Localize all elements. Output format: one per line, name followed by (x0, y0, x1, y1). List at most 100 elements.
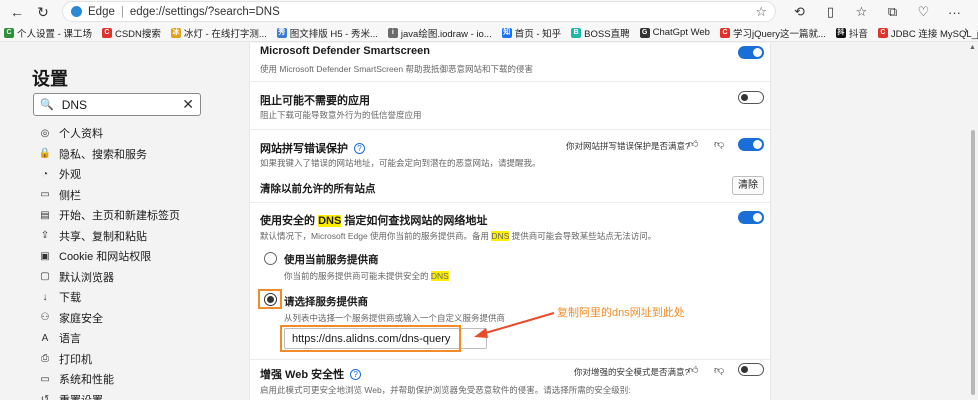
settings-search-input[interactable] (61, 97, 172, 112)
share-icon: ⇪ (40, 230, 50, 242)
sidebar-item[interactable]: ⎙ 打印机 (38, 349, 218, 370)
smartscreen-toggle[interactable] (738, 46, 764, 59)
bookmark-item[interactable]: G ChatGpt Web (639, 27, 710, 38)
sidebar-item-label: 共享、复制和粘贴 (59, 230, 147, 243)
typo-desc: 如果我键入了错误的网站地址，可能会定向到潜在的恶意网站，请提醒我。 (260, 158, 541, 168)
bookmark-favicon-icon: 冰 (170, 27, 181, 38)
profile-icon: ◎ (40, 127, 50, 139)
sidebar-item[interactable]: ▣ Cookie 和网站权限 (38, 246, 218, 267)
secure-dns-desc-pre: 默认情况下，Microsoft Edge 使用你当前的服务提供商。备用 (260, 231, 492, 241)
bookmark-label: 首页 - 知乎 (514, 28, 562, 40)
settings-sidebar: 设置 🔍 ✕ ◎ 个人资料 🔒 隐私、搜索和服务 ◔ 外观 ▭ 侧栏 ▤ 开始、主页和新建标签页 ⇪… (0, 43, 220, 400)
split-screen-icon[interactable]: ▯ (817, 4, 844, 20)
sidebar-item-label: 打印机 (59, 353, 92, 366)
thumbs-up-icon[interactable]: 👍︎ (688, 364, 698, 376)
scroll-up-icon[interactable]: ▲ (969, 44, 976, 51)
sidebar-item[interactable]: ▢ 默认浏览器 (38, 267, 218, 288)
secure-dns-desc-post: 提供商可能会导致某些站点无法访问。 (509, 231, 657, 241)
clear-sites-title: 清除以前允许的所有站点 (260, 183, 376, 195)
bookmark-item[interactable]: 冰冰灯 - 在线打字测... (170, 26, 267, 40)
secure-dns-title: 使用安全的 DNS 指定如何查找网站的网络地址 (260, 212, 487, 228)
bookmark-favicon-icon: G (639, 27, 650, 38)
typo-feedback-text: 你对网站拼写错误保护是否满意? (566, 141, 690, 151)
settings-search-box[interactable]: 🔍 ✕ (33, 93, 201, 116)
sidebar-item[interactable]: ▤ 开始、主页和新建标签页 (38, 205, 218, 226)
typo-title: 网站拼写错误保护? (260, 140, 365, 156)
thumbs-down-icon[interactable]: 👎︎ (714, 364, 724, 376)
reset-icon: ↺ (40, 394, 50, 400)
search-icon: 🔍 (40, 99, 54, 111)
annotation-text: 复制阿里的dns网址到此处 (557, 307, 685, 319)
extensions-icon[interactable]: ⟲ (786, 4, 813, 20)
sidebar-item[interactable]: ↺ 重置设置 (38, 390, 218, 400)
bookmark-item[interactable]: 抖抖音 (835, 26, 868, 40)
address-bar[interactable]: Edge | edge://settings/?search=DNS ☆ (62, 1, 776, 22)
web-security-toggle[interactable] (738, 363, 764, 376)
favorites-icon[interactable]: ☆ (848, 4, 875, 20)
bookmark-label: 学习jQuery这一篇就... (732, 28, 826, 40)
secure-dns-toggle[interactable] (738, 211, 764, 224)
sidebar-item-label: Cookie 和网站权限 (59, 251, 152, 264)
typo-toggle[interactable] (738, 138, 764, 151)
sidebar-item-label: 默认浏览器 (59, 271, 114, 284)
search-highlight: DNS (430, 271, 449, 281)
help-icon[interactable]: ? (350, 369, 362, 380)
clear-search-icon[interactable]: ✕ (182, 96, 194, 113)
bookmark-item[interactable]: C JDBC 连接 MySQL_j... (877, 26, 978, 40)
favorite-star-icon[interactable]: ☆ (755, 4, 767, 20)
bookmark-item[interactable]: C CSDN搜索 (101, 26, 161, 40)
sidebar-item[interactable]: ⚇ 家庭安全 (38, 308, 218, 329)
choose-provider-radio[interactable] (264, 293, 277, 306)
bookmark-item[interactable]: 知首页 - 知乎 (501, 26, 562, 40)
sidebar-item-label: 下载 (59, 292, 81, 305)
pua-title: 阻止可能不需要的应用 (260, 95, 370, 107)
divider (250, 129, 770, 130)
sidebar-item[interactable]: ▭ 侧栏 (38, 185, 218, 206)
back-icon[interactable]: ← (4, 1, 30, 23)
sidebar-item-label: 隐私、搜索和服务 (59, 148, 147, 161)
secure-dns-title-post: 指定如何查找网站的网络地址 (341, 215, 488, 227)
address-brand: Edge (88, 5, 115, 18)
bookmark-label: 个人设置 - 课工场 (17, 28, 92, 40)
sidebar-item[interactable]: ↓ 下载 (38, 287, 218, 308)
sidebar-item-label: 侧栏 (59, 189, 81, 202)
secure-dns-desc: 默认情况下，Microsoft Edge 使用你当前的服务提供商。备用 DNS … (260, 230, 656, 242)
bookmark-item[interactable]: B BOSS直聘 (571, 26, 630, 40)
sidebar-item[interactable]: ⇪ 共享、复制和粘贴 (38, 226, 218, 247)
web-security-desc: 启用此模式可更安全地浏览 Web，并帮助保护浏览器免受恶意软件的侵害。请选择所需… (260, 385, 631, 395)
bookmark-item[interactable]: C 学习jQuery这一篇就... (719, 26, 826, 40)
use-current-provider-desc-pre: 你当前的服务提供商可能未提供安全的 (284, 271, 431, 281)
sidebar-item[interactable]: ◔ 外观 (38, 164, 218, 185)
scrollbar-thumb[interactable] (971, 130, 975, 395)
cookie-icon: ▣ (40, 250, 50, 262)
use-current-provider-title: 使用当前服务提供商 (284, 254, 379, 266)
pua-toggle[interactable] (738, 91, 764, 104)
thumbs-up-icon[interactable]: 👍︎ (688, 138, 698, 150)
bookmark-favicon-icon: 秀 (276, 27, 287, 38)
sidebar-item[interactable]: 🔒 隐私、搜索和服务 (38, 144, 218, 165)
sidebar-item-label: 开始、主页和新建标签页 (59, 210, 180, 223)
sidebar-item[interactable]: A 语言 (38, 328, 218, 349)
bookmarks-more-icon[interactable]: › (964, 25, 968, 37)
help-icon[interactable]: ? (354, 143, 365, 154)
typo-title-text: 网站拼写错误保护 (260, 143, 348, 155)
thumbs-down-icon[interactable]: 👎︎ (714, 138, 724, 150)
bookmark-item[interactable]: C 个人设置 - 课工场 (4, 26, 92, 40)
collections-icon[interactable]: ⧉ (879, 4, 906, 20)
bookmark-label: 冰灯 - 在线打字测... (183, 28, 267, 40)
use-current-provider-desc: 你当前的服务提供商可能未提供安全的 DNS (284, 270, 449, 282)
bookmark-item[interactable]: i java绘图.iodraw - io... (387, 26, 492, 40)
bookmark-item[interactable]: 秀图文排版 H5 - 秀米... (276, 26, 378, 40)
sidebar-item[interactable]: ◎ 个人资料 (38, 123, 218, 144)
use-current-provider-radio[interactable] (264, 252, 277, 265)
download-icon: ↓ (42, 291, 48, 303)
bookmark-favicon-icon: 知 (501, 27, 512, 38)
refresh-icon[interactable]: ↻ (30, 1, 56, 23)
web-security-title-text: 增强 Web 安全性 (260, 369, 345, 381)
toolbar-actions: ⟲ ▯ ☆ ⧉ ♡ ··· (786, 0, 968, 24)
more-menu-icon[interactable]: ··· (941, 5, 968, 20)
sidebar-item[interactable]: ▭ 系统和性能 (38, 369, 218, 390)
browser-essentials-icon[interactable]: ♡ (910, 4, 937, 20)
clear-sites-button[interactable]: 清除 (732, 176, 764, 195)
bookmark-favicon-icon: C (877, 27, 888, 38)
